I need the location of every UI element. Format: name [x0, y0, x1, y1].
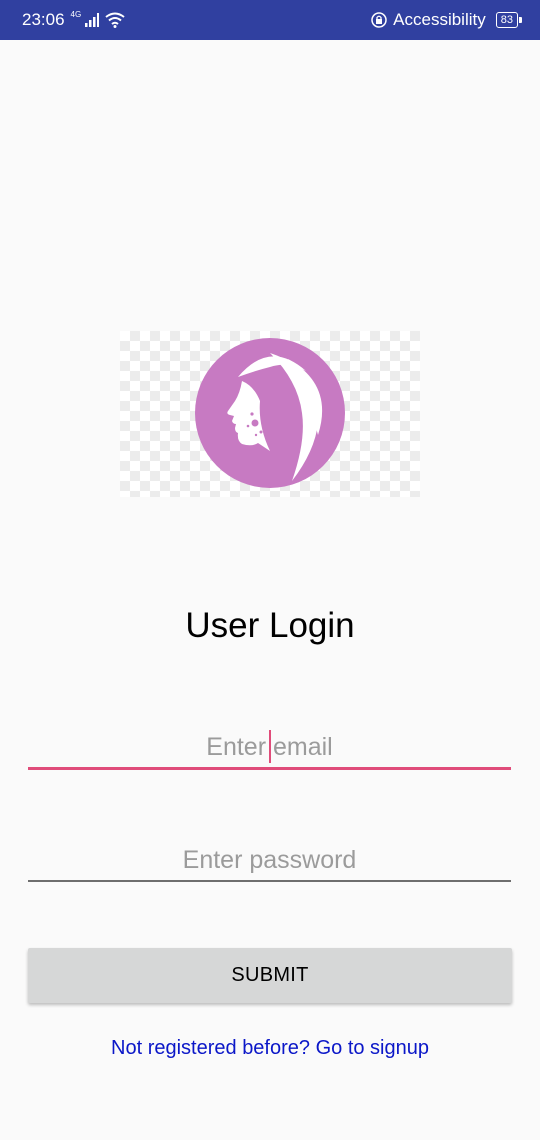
- accessibility-lock-icon: [371, 12, 387, 28]
- accessibility-label: Accessibility: [393, 10, 486, 29]
- password-input[interactable]: [28, 840, 511, 880]
- password-underline: [28, 880, 511, 882]
- network-type-label: 4G: [70, 9, 82, 19]
- app-logo: [120, 331, 420, 497]
- signal-icon: [85, 13, 100, 27]
- status-bar: 23:06 4G Accessibility 83: [0, 0, 540, 40]
- page-title: User Login: [185, 606, 355, 645]
- text-cursor: [269, 730, 271, 763]
- status-time: 23:06: [22, 10, 65, 29]
- wifi-icon: [105, 12, 125, 28]
- email-underline: [28, 767, 511, 770]
- battery-indicator: 83: [495, 12, 523, 28]
- woman-face-profile-icon: [195, 338, 345, 488]
- status-left: 23:06 4G: [22, 10, 125, 30]
- password-field-container: [28, 840, 511, 880]
- status-right: Accessibility 83: [371, 10, 523, 30]
- submit-button[interactable]: SUBMIT: [28, 948, 512, 1003]
- signup-link[interactable]: Not registered before? Go to signup: [0, 1037, 540, 1060]
